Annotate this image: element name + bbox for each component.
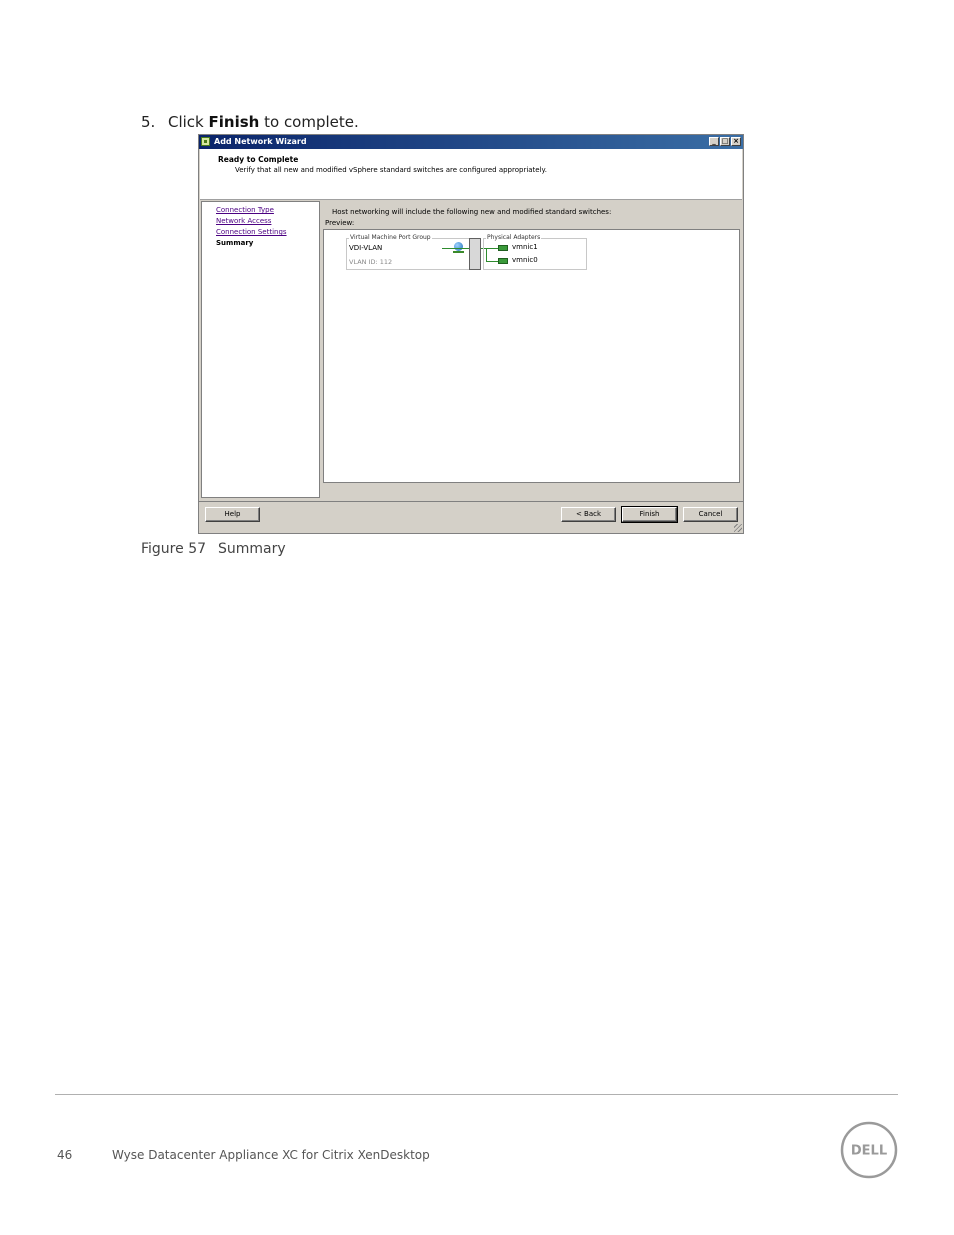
nav-item-connection-type[interactable]: Connection Type xyxy=(216,206,274,214)
intro-text: Host networking will include the followi… xyxy=(332,208,612,216)
header-title: Ready to Complete xyxy=(218,155,299,164)
nic-icon xyxy=(498,245,508,251)
port-group-name: VDI-VLAN xyxy=(349,244,383,252)
physical-adapters-label: Physical Adapters xyxy=(486,234,542,241)
figure-caption: Figure 57 Summary xyxy=(141,541,286,557)
port-group-box[interactable]: Virtual Machine Port Group VDI-VLAN VLAN… xyxy=(346,234,470,270)
dell-logo-text: DELL xyxy=(851,1144,887,1159)
footer-divider xyxy=(199,501,743,502)
finish-button[interactable]: Finish xyxy=(621,506,678,523)
nav-item-summary: Summary xyxy=(216,239,254,247)
wizard-header: Ready to Complete Verify that all new an… xyxy=(200,149,742,200)
step-bold-finish: Finish xyxy=(208,113,260,131)
adapter-vmnic1: vmnic1 xyxy=(512,243,538,251)
preview-panel: Virtual Machine Port Group VDI-VLAN VLAN… xyxy=(323,229,740,483)
wire-connector-icon xyxy=(486,248,487,262)
dell-logo: DELL xyxy=(840,1121,898,1179)
back-button[interactable]: < Back xyxy=(561,507,616,522)
window-title: Add Network Wizard xyxy=(214,137,307,146)
title-bar[interactable]: Add Network Wizard _ □ × xyxy=(199,135,743,149)
preview-label: Preview: xyxy=(325,219,355,227)
port-group-label: Virtual Machine Port Group xyxy=(349,234,432,241)
help-button[interactable]: Help xyxy=(205,507,260,522)
step-number: 5. xyxy=(141,113,156,131)
footer-rule xyxy=(55,1094,898,1095)
network-wizard-icon xyxy=(201,137,210,146)
wire-connector-icon xyxy=(486,248,498,249)
wire-connector-icon xyxy=(442,248,469,249)
wizard-steps-nav: Connection Type Network Access Connectio… xyxy=(201,201,320,498)
wire-connector-icon xyxy=(486,261,498,262)
window-controls: _ □ × xyxy=(709,137,741,146)
add-network-wizard-window: Add Network Wizard _ □ × Ready to Comple… xyxy=(198,134,744,534)
resize-grip-icon[interactable] xyxy=(734,524,742,532)
document-title: Wyse Datacenter Appliance XC for Citrix … xyxy=(112,1148,430,1162)
port-group-vlan: VLAN ID: 112 xyxy=(349,258,393,266)
figure-number: Figure 57 xyxy=(141,541,207,557)
nav-item-network-access[interactable]: Network Access xyxy=(216,217,271,225)
physical-adapters-box[interactable]: Physical Adapters vmnic1 vmnic0 xyxy=(483,234,587,270)
vm-network-icon xyxy=(453,242,464,253)
maximize-button[interactable]: □ xyxy=(720,137,730,146)
nav-item-connection-settings[interactable]: Connection Settings xyxy=(216,228,287,236)
figure-title: Summary xyxy=(218,541,286,557)
minimize-button[interactable]: _ xyxy=(709,137,719,146)
nic-icon xyxy=(498,258,508,264)
close-button[interactable]: × xyxy=(731,137,741,146)
step-instruction: 5. Click Finish to complete. xyxy=(141,113,359,131)
step-prefix: Click xyxy=(168,113,209,131)
step-suffix: to complete. xyxy=(259,113,359,131)
page-number: 46 xyxy=(57,1148,73,1162)
adapter-vmnic0: vmnic0 xyxy=(512,256,538,264)
vswitch-icon xyxy=(469,238,481,270)
header-subtitle: Verify that all new and modified vSphere… xyxy=(235,166,547,174)
cancel-button[interactable]: Cancel xyxy=(683,507,738,522)
